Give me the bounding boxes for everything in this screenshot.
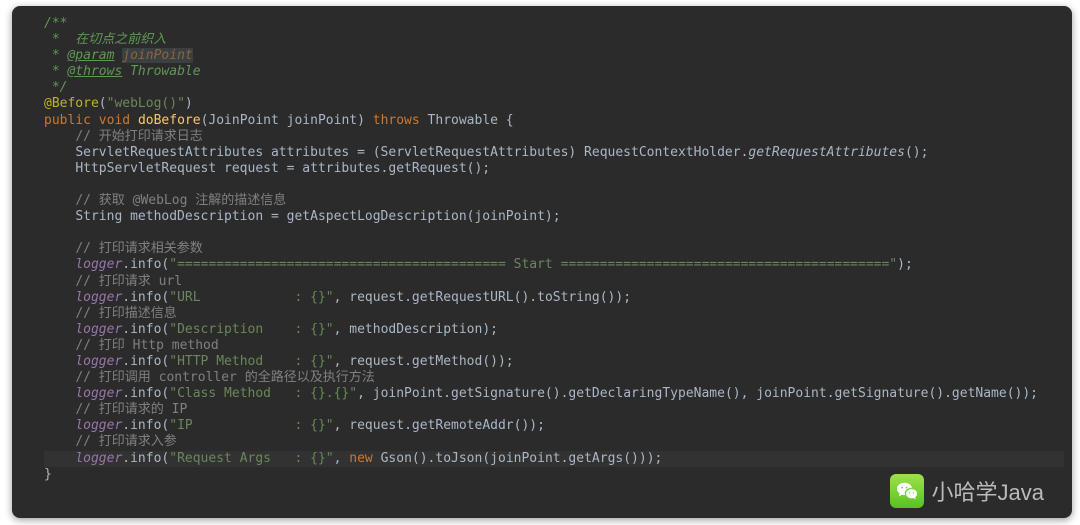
logger-ref: logger — [75, 290, 122, 305]
code-text: , — [334, 451, 350, 466]
code-line: HttpServletRequest request = attributes.… — [75, 161, 490, 176]
logger-ref: logger — [75, 257, 122, 272]
code-text: .info( — [122, 418, 169, 433]
code-text: (); — [905, 145, 928, 160]
comment: // 打印 Http method — [75, 338, 218, 353]
kw-void: void — [99, 113, 130, 128]
code-text: Gson().toJson(joinPoint.getArgs())); — [373, 451, 663, 466]
logger-ref: logger — [75, 451, 122, 466]
javadoc-line: * 在切点之前织入 — [44, 32, 166, 47]
string-literal: "=======================================… — [169, 257, 897, 272]
code-text: .info( — [122, 322, 169, 337]
javadoc-param-name: joinPoint — [122, 48, 192, 63]
code-editor-panel: /** * 在切点之前织入 * @param joinPoint * @thro… — [12, 6, 1072, 518]
watermark: 小哈学Java — [890, 474, 1044, 508]
logger-ref: logger — [75, 418, 122, 433]
string-literal: "IP : {}" — [169, 418, 333, 433]
string-literal: "HTTP Method : {}" — [169, 354, 333, 369]
static-call: getRequestAttributes — [748, 145, 905, 160]
comment: // 打印调用 controller 的全路径以及执行方法 — [75, 370, 374, 385]
javadoc-line: * @param joinPoint — [44, 48, 193, 63]
method-name: doBefore — [138, 113, 201, 128]
kw-public: public — [44, 113, 91, 128]
string-literal: "Description : {}" — [169, 322, 333, 337]
code-line: ServletRequestAttributes attributes = (S… — [75, 145, 928, 160]
javadoc-tag-throws: @throws — [67, 64, 122, 79]
code-text: , request.getRemoteAddr()); — [334, 418, 545, 433]
comment: // 获取 @WebLog 注解的描述信息 — [75, 193, 286, 208]
logger-ref: logger — [75, 354, 122, 369]
annotation-before: @Before — [44, 96, 99, 111]
code-block: /** * 在切点之前织入 * @param joinPoint * @thro… — [12, 6, 1072, 493]
code-text: , methodDescription); — [334, 322, 498, 337]
logger-ref: logger — [75, 322, 122, 337]
code-line: String methodDescription = getAspectLogD… — [75, 209, 560, 224]
throws-type: Throwable { — [420, 113, 514, 128]
code-text: .info( — [122, 290, 169, 305]
javadoc-line: */ — [44, 80, 67, 95]
javadoc-line: * @throws Throwable — [44, 64, 201, 79]
code-text: ServletRequestAttributes attributes = (S… — [75, 145, 748, 160]
code-text: .info( — [122, 451, 169, 466]
code-text: .info( — [122, 257, 169, 272]
annotation-arg: "webLog()" — [107, 96, 185, 111]
javadoc-tag-param: @param — [67, 48, 114, 63]
code-text: , request.getMethod()); — [334, 354, 514, 369]
wechat-icon — [890, 474, 924, 508]
comment: // 开始打印请求日志 — [75, 129, 202, 144]
string-literal: "Request Args : {}" — [169, 451, 333, 466]
kw-throws: throws — [373, 113, 420, 128]
string-literal: "URL : {}" — [169, 290, 333, 305]
javadoc-throws-type: Throwable — [122, 64, 200, 79]
comment: // 打印描述信息 — [75, 306, 176, 321]
string-literal: "Class Method : {}.{}" — [169, 386, 357, 401]
highlighted-line: logger.info("Request Args : {}", new Gso… — [44, 451, 1064, 467]
method-params: (JoinPoint joinPoint) — [201, 113, 373, 128]
code-text: ); — [897, 257, 913, 272]
close-brace: } — [44, 467, 52, 482]
code-text: , joinPoint.getSignature().getDeclaringT… — [357, 386, 1038, 401]
javadoc-prefix: * — [44, 48, 67, 63]
comment: // 打印请求相关参数 — [75, 241, 202, 256]
comment: // 打印请求入参 — [75, 434, 176, 449]
kw-new: new — [349, 451, 372, 466]
logger-ref: logger — [75, 386, 122, 401]
code-text: , request.getRequestURL().toString()); — [334, 290, 631, 305]
watermark-text: 小哈学Java — [932, 475, 1044, 507]
comment: // 打印请求的 IP — [75, 402, 187, 417]
code-text: .info( — [122, 386, 169, 401]
javadoc-line: /** — [44, 16, 67, 31]
code-text: .info( — [122, 354, 169, 369]
javadoc-prefix: * — [44, 64, 67, 79]
comment: // 打印请求 url — [75, 274, 182, 289]
